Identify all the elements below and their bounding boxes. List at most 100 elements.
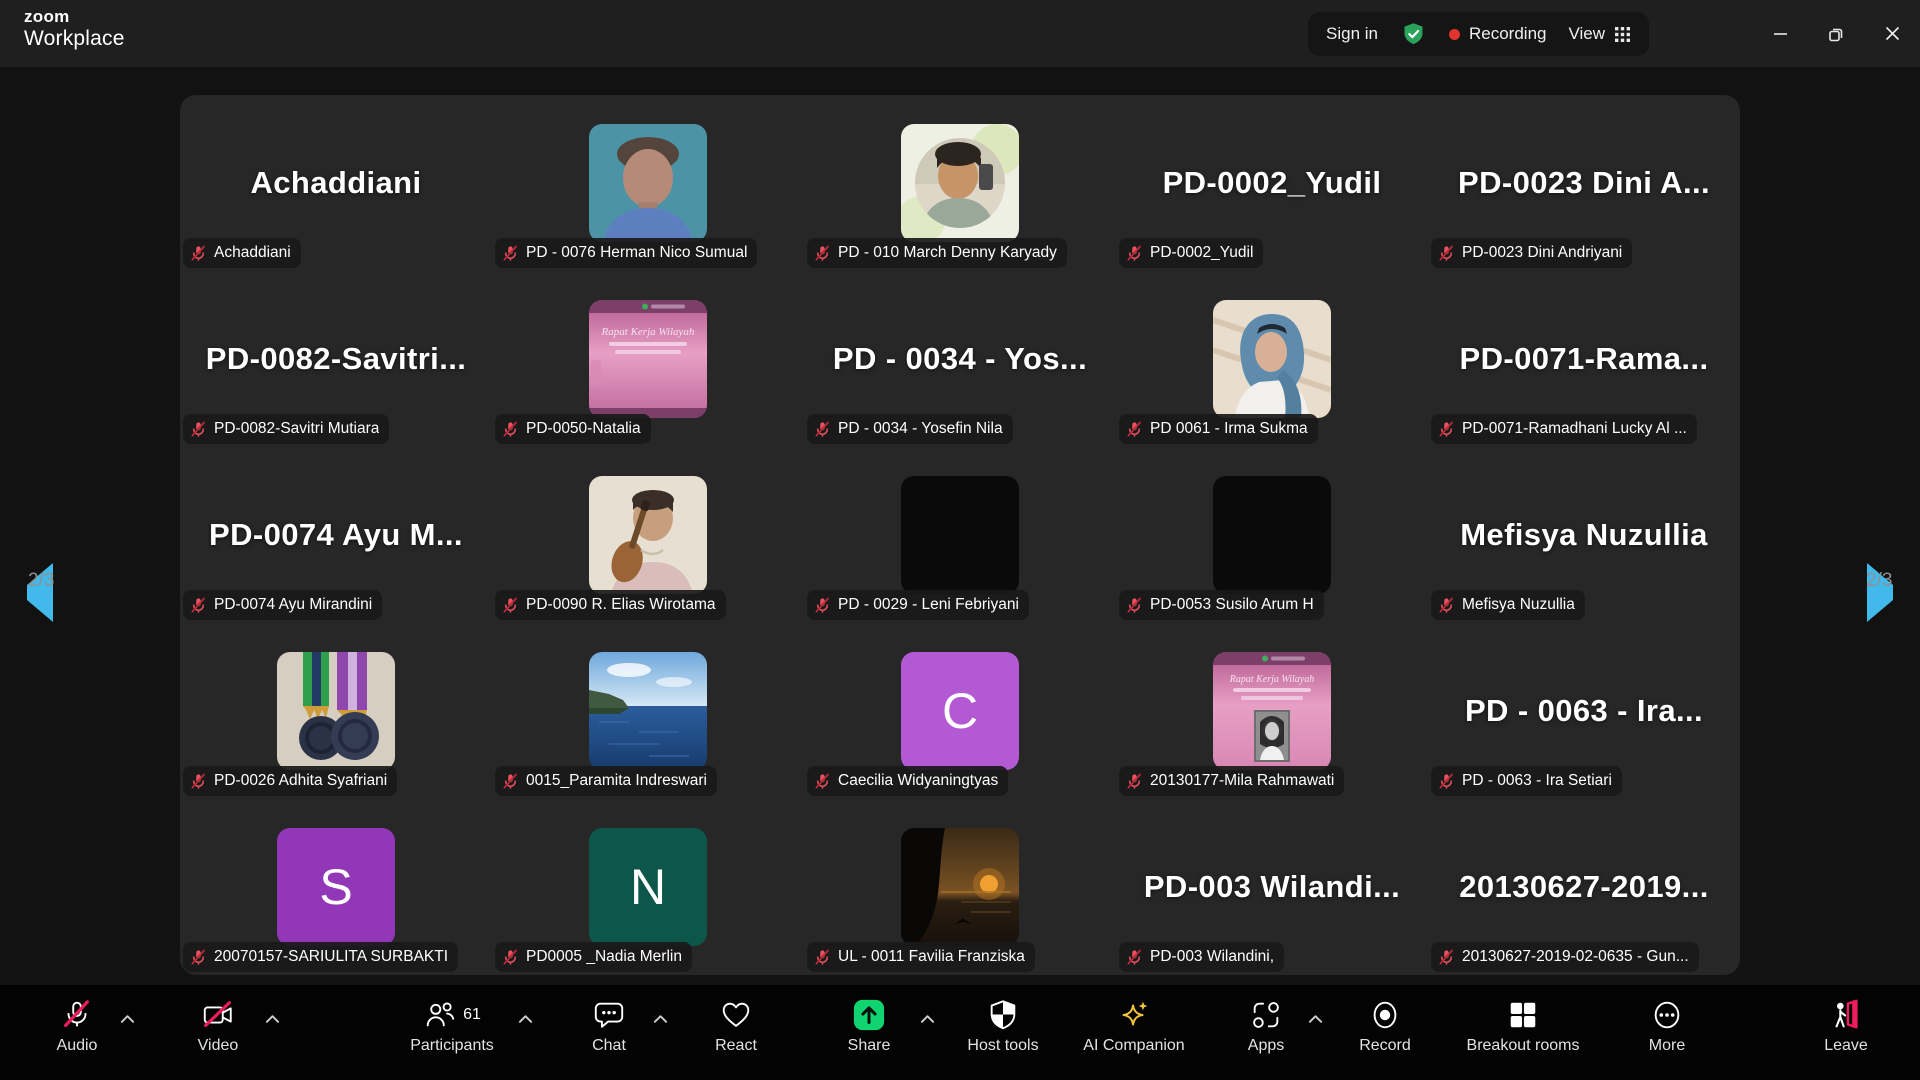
participant-video-thumbnail bbox=[589, 124, 707, 242]
record-label: Record bbox=[1359, 1037, 1411, 1055]
participant-tile[interactable]: Rapat Kerja Wilayah 20130177-Mila Rahmaw… bbox=[1116, 623, 1428, 799]
mic-muted-icon bbox=[502, 597, 519, 614]
mic-muted-icon bbox=[1438, 949, 1455, 966]
leave-icon bbox=[1829, 996, 1863, 1034]
svg-text:Rapat Kerja Wilayah: Rapat Kerja Wilayah bbox=[1229, 674, 1314, 685]
window-controls bbox=[1752, 0, 1920, 67]
shield-check-icon[interactable] bbox=[1400, 21, 1427, 48]
mic-muted-icon bbox=[814, 245, 831, 262]
participant-label: PD-0053 Susilo Arum H bbox=[1150, 596, 1314, 614]
participant-tile[interactable]: 0015_Paramita Indreswari bbox=[492, 623, 804, 799]
participant-avatar bbox=[901, 124, 1019, 242]
mic-muted-icon bbox=[814, 421, 831, 438]
next-page-button[interactable] bbox=[1850, 557, 1910, 627]
breakout-rooms-label: Breakout rooms bbox=[1467, 1037, 1580, 1055]
participant-label: PD-0090 R. Elias Wirotama bbox=[526, 596, 716, 614]
participant-label: PD 0061 - Irma Sukma bbox=[1150, 420, 1308, 438]
participant-tile[interactable]: Rapat Kerja Wilayah PD-0050-Natalia bbox=[492, 271, 804, 447]
participant-tile[interactable]: PD - 0076 Herman Nico Sumual bbox=[492, 95, 804, 271]
participant-label: PD-0026 Adhita Syafriani bbox=[214, 772, 387, 790]
participant-tile[interactable]: PD-0074 Ayu M... PD-0074 Ayu Mirandini bbox=[180, 447, 492, 623]
participants-count-badge: 61 bbox=[463, 1006, 481, 1024]
participant-video-thumbnail bbox=[589, 652, 707, 770]
participant-tile[interactable]: PD-0023 Dini A... PD-0023 Dini Andriyani bbox=[1428, 95, 1740, 271]
participant-tile[interactable]: UL - 0011 Favilia Franziska bbox=[804, 799, 1116, 975]
share-icon bbox=[852, 996, 886, 1034]
participant-tile[interactable]: PD - 0063 - Ira... PD - 0063 - Ira Setia… bbox=[1428, 623, 1740, 799]
participant-tile[interactable]: PD-0002_Yudil PD-0002_Yudil bbox=[1116, 95, 1428, 271]
mic-muted-icon bbox=[60, 996, 94, 1034]
participant-tile[interactable]: PD-003 Wilandi... PD-003 Wilandini, bbox=[1116, 799, 1428, 975]
participant-label: PD - 0063 - Ira Setiari bbox=[1462, 772, 1612, 790]
page-indicator-left: 2/3 bbox=[28, 570, 54, 592]
record-icon bbox=[1368, 996, 1402, 1034]
participant-label: 20070157-SARIULITA SURBAKTI bbox=[214, 948, 448, 966]
logo-workplace-text: Workplace bbox=[24, 28, 125, 49]
more-button[interactable]: More bbox=[1582, 985, 1752, 1080]
participant-tile[interactable]: 20130627-2019... 20130627-2019-02-0635 -… bbox=[1428, 799, 1740, 975]
participant-video-off-thumbnail bbox=[901, 476, 1019, 594]
gallery-container: Achaddiani Achaddiani PD - 0076 Herman N… bbox=[180, 95, 1740, 975]
mic-muted-icon bbox=[1438, 245, 1455, 262]
participant-video-thumbnail: Rapat Kerja Wilayah bbox=[589, 300, 707, 418]
zoom-meeting-window: zoom Workplace Sign in Recording View bbox=[0, 0, 1920, 1080]
mic-muted-icon bbox=[502, 773, 519, 790]
participant-video-thumbnail bbox=[901, 828, 1019, 946]
mic-muted-icon bbox=[502, 949, 519, 966]
participant-video-thumbnail bbox=[277, 652, 395, 770]
audio-label: Audio bbox=[57, 1037, 98, 1055]
recording-indicator[interactable]: Recording bbox=[1449, 24, 1547, 44]
meeting-area: 2/3 2/3 Achaddiani Achaddiani PD - 0 bbox=[0, 67, 1920, 985]
previous-page-button[interactable] bbox=[10, 557, 70, 627]
participants-button[interactable]: 61 Participants bbox=[367, 985, 537, 1080]
share-label: Share bbox=[848, 1037, 891, 1055]
participant-initial-avatar: S bbox=[277, 828, 395, 946]
participant-label: Achaddiani bbox=[214, 244, 291, 262]
participant-tile[interactable]: PD-0071-Rama... PD-0071-Ramadhani Lucky … bbox=[1428, 271, 1740, 447]
participant-tile[interactable]: PD-0090 R. Elias Wirotama bbox=[492, 447, 804, 623]
logo-zoom-text: zoom bbox=[24, 8, 125, 25]
participant-tile[interactable]: S 20070157-SARIULITA SURBAKTI bbox=[180, 799, 492, 975]
recording-label: Recording bbox=[1469, 24, 1547, 44]
participant-tile[interactable]: N PD0005 _Nadia Merlin bbox=[492, 799, 804, 975]
participant-tile[interactable]: Mefisya Nuzullia Mefisya Nuzullia bbox=[1428, 447, 1740, 623]
leave-button[interactable]: Leave bbox=[1761, 985, 1920, 1080]
participant-label: PD-0050-Natalia bbox=[526, 420, 641, 438]
mic-muted-icon bbox=[814, 773, 831, 790]
participant-tile[interactable]: PD-0053 Susilo Arum H bbox=[1116, 447, 1428, 623]
participant-label: UL - 0011 Favilia Franziska bbox=[838, 948, 1025, 966]
participant-tile[interactable]: C Caecilia Widyaningtyas bbox=[804, 623, 1116, 799]
mic-muted-icon bbox=[1126, 949, 1143, 966]
restore-icon[interactable] bbox=[1808, 0, 1864, 67]
minimize-icon[interactable] bbox=[1752, 0, 1808, 67]
meeting-toolbar: Audio Video 61 Participants bbox=[0, 985, 1920, 1080]
participant-label: PD-0002_Yudil bbox=[1150, 244, 1253, 262]
participant-tile[interactable]: PD - 010 March Denny Karyady bbox=[804, 95, 1116, 271]
sign-in-button[interactable]: Sign in bbox=[1326, 24, 1378, 44]
participant-video-off-thumbnail bbox=[1213, 476, 1331, 594]
participant-tile[interactable]: PD 0061 - Irma Sukma bbox=[1116, 271, 1428, 447]
react-label: React bbox=[715, 1037, 757, 1055]
participant-name-tag: PD-0026 Adhita Syafriani bbox=[183, 766, 397, 796]
video-options-caret-icon[interactable] bbox=[265, 1011, 280, 1029]
video-button[interactable]: Video bbox=[133, 985, 303, 1080]
participant-tile[interactable]: Achaddiani Achaddiani bbox=[180, 95, 492, 271]
close-icon[interactable] bbox=[1864, 0, 1920, 67]
mic-muted-icon bbox=[814, 949, 831, 966]
participant-tile[interactable]: PD - 0029 - Leni Febriyani bbox=[804, 447, 1116, 623]
participant-tile[interactable]: PD - 0034 - Yos... PD - 0034 - Yosefin N… bbox=[804, 271, 1116, 447]
ai-companion-label: AI Companion bbox=[1083, 1037, 1184, 1055]
recording-dot-icon bbox=[1449, 29, 1460, 40]
camera-muted-icon bbox=[201, 996, 235, 1034]
video-label: Video bbox=[198, 1037, 239, 1055]
mic-muted-icon bbox=[1126, 245, 1143, 262]
titlebar: zoom Workplace Sign in Recording View bbox=[0, 0, 1920, 67]
participant-name-tag: PD-0002_Yudil bbox=[1119, 238, 1263, 268]
participant-name-tag: Caecilia Widyaningtyas bbox=[807, 766, 1008, 796]
participant-name-tag: PD - 0034 - Yosefin Nila bbox=[807, 414, 1013, 444]
view-button[interactable]: View bbox=[1568, 24, 1631, 44]
participant-name-tag: PD-0050-Natalia bbox=[495, 414, 651, 444]
participant-tile[interactable]: PD-0026 Adhita Syafriani bbox=[180, 623, 492, 799]
participant-tile[interactable]: PD-0082-Savitri... PD-0082-Savitri Mutia… bbox=[180, 271, 492, 447]
participant-video-thumbnail: Rapat Kerja Wilayah bbox=[1213, 652, 1331, 770]
